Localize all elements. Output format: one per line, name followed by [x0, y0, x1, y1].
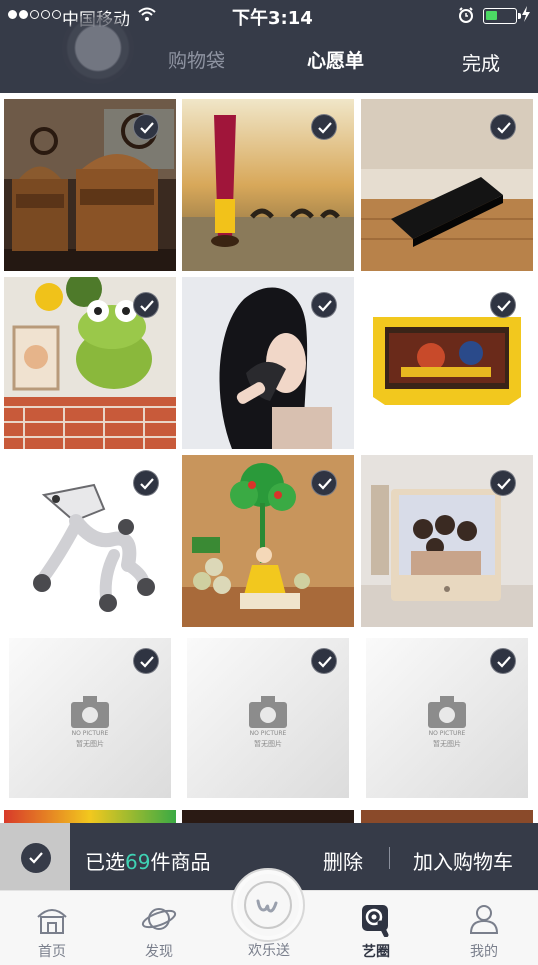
- alarm-icon: [459, 7, 473, 23]
- item-selected-check-icon[interactable]: [133, 470, 159, 496]
- item-selected-check-icon[interactable]: [133, 648, 159, 674]
- app-root: 中国移动 下午3:14 购物袋 心愿单 完成: [0, 0, 538, 965]
- tab-mine[interactable]: 我的: [444, 891, 524, 965]
- selected-suffix: 件商品: [150, 850, 211, 874]
- no-picture-label-cn: 暂无图片: [254, 740, 282, 748]
- charging-icon: [522, 6, 530, 22]
- no-picture-label-cn: 暂无图片: [433, 740, 461, 748]
- item-selected-check-icon[interactable]: [490, 292, 516, 318]
- status-time: 下午3:14: [232, 8, 313, 29]
- user-icon: [469, 905, 499, 934]
- product-tile-tree-figurine[interactable]: [182, 455, 354, 627]
- product-tile-photo-frame[interactable]: [361, 455, 533, 627]
- tab-art-circle-label: 艺圈: [362, 944, 390, 960]
- select-all-check-icon: [21, 843, 51, 873]
- item-selected-check-icon[interactable]: [311, 114, 337, 140]
- item-selected-check-icon[interactable]: [311, 470, 337, 496]
- done-button[interactable]: 完成: [462, 49, 500, 76]
- item-selected-check-icon[interactable]: [490, 470, 516, 496]
- product-tile-coffee-grinders[interactable]: [4, 99, 176, 271]
- product-tile-no-picture[interactable]: NO PICTURE 暂无图片: [366, 638, 528, 798]
- product-tile-partial[interactable]: [182, 810, 354, 823]
- product-tile-black-gadget[interactable]: [361, 99, 533, 271]
- action-divider: [389, 847, 390, 869]
- product-tile-no-picture[interactable]: NO PICTURE 暂无图片: [187, 638, 349, 798]
- item-selected-check-icon[interactable]: [490, 114, 516, 140]
- product-tile-hair-dryer[interactable]: [182, 277, 354, 449]
- item-selected-check-icon[interactable]: [490, 648, 516, 674]
- item-selected-check-icon[interactable]: [133, 292, 159, 318]
- tab-art-circle[interactable]: 艺圈: [336, 891, 416, 965]
- top-bar: 中国移动 下午3:14 购物袋 心愿单 完成: [0, 0, 538, 93]
- select-all-toggle[interactable]: [0, 823, 70, 890]
- circle-touch-icon: [362, 905, 389, 937]
- center-joy-button[interactable]: [231, 868, 305, 942]
- tab-discover-label: 发现: [145, 944, 173, 960]
- no-picture-label-en: NO PICTURE: [428, 730, 466, 737]
- selected-prefix: 已选: [85, 850, 125, 874]
- tab-home-label: 首页: [38, 944, 66, 960]
- assistive-touch-button[interactable]: [62, 12, 134, 84]
- selected-count-text: 已选69件商品: [85, 846, 210, 875]
- product-tile-game-cartridge[interactable]: [361, 277, 533, 449]
- product-tile-robot-toy[interactable]: [4, 455, 176, 627]
- item-selected-check-icon[interactable]: [311, 648, 337, 674]
- product-tile-camel-perfume[interactable]: [182, 99, 354, 271]
- product-tile-partial[interactable]: [361, 810, 533, 823]
- product-grid: NO PICTURE 暂无图片 NO PICTURE 暂无图片 NO PICTU: [0, 93, 538, 823]
- no-picture-label-en: NO PICTURE: [71, 730, 109, 737]
- item-selected-check-icon[interactable]: [311, 292, 337, 318]
- wifi-icon: [138, 7, 156, 21]
- product-tile-frog-plush[interactable]: [4, 277, 176, 449]
- no-picture-label-en: NO PICTURE: [249, 730, 287, 737]
- tab-joy-label: 欢乐送: [248, 943, 290, 959]
- tab-mine-label: 我的: [470, 944, 498, 960]
- add-to-cart-button[interactable]: 加入购物车: [413, 846, 513, 875]
- tab-discover[interactable]: 发现: [119, 891, 199, 965]
- planet-icon: [141, 908, 177, 930]
- selected-count: 69: [125, 850, 151, 874]
- home-icon: [37, 909, 67, 934]
- battery-icon: [483, 8, 521, 24]
- signal-icon: [8, 10, 61, 19]
- center-logo-icon: [244, 881, 292, 929]
- tab-home[interactable]: 首页: [12, 891, 92, 965]
- tab-shopping-bag[interactable]: 购物袋: [168, 46, 225, 73]
- no-picture-label-cn: 暂无图片: [76, 740, 104, 748]
- delete-button[interactable]: 删除: [323, 846, 363, 875]
- item-selected-check-icon[interactable]: [133, 114, 159, 140]
- product-tile-no-picture[interactable]: NO PICTURE 暂无图片: [9, 638, 171, 798]
- product-tile-partial[interactable]: [4, 810, 176, 823]
- tab-wishlist[interactable]: 心愿单: [307, 46, 364, 73]
